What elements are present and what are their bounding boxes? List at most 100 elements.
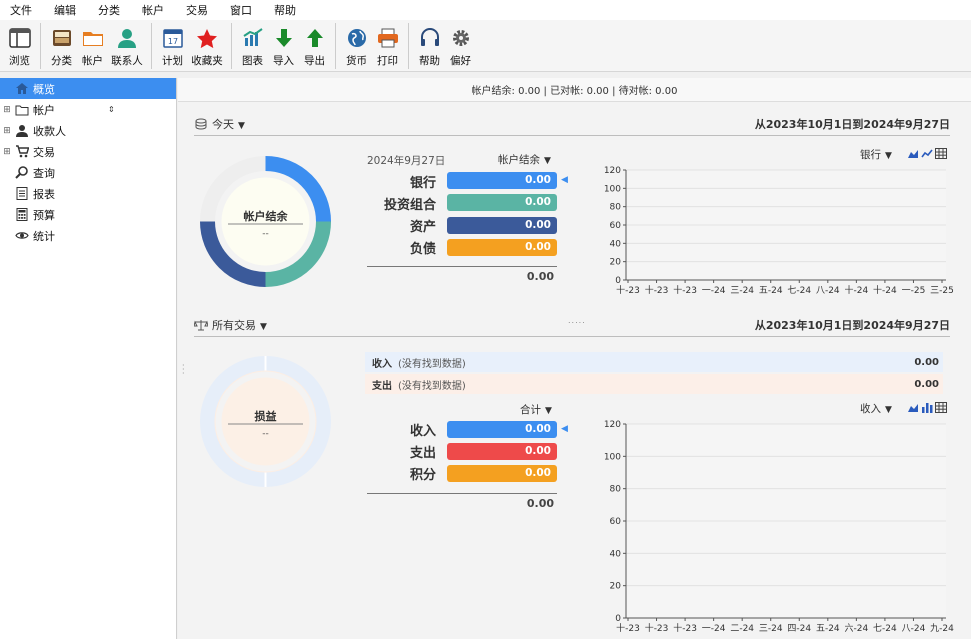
- globe-button[interactable]: 货币: [341, 20, 372, 72]
- bar-label-liabilities: 负债: [409, 242, 436, 257]
- x-tick-label: 一-25: [902, 286, 926, 296]
- vertical-splitter-handle[interactable]: · · ·: [182, 362, 185, 378]
- menu-item[interactable]: 编辑: [54, 2, 76, 18]
- category-icon: [50, 26, 74, 50]
- splitter-handle[interactable]: .....: [568, 316, 586, 325]
- import-arrow-button[interactable]: 导入: [268, 20, 299, 72]
- bar-expense[interactable]: 0.00: [447, 443, 557, 460]
- expand-icon[interactable]: ⊞: [0, 105, 14, 115]
- bar-portfolio[interactable]: 0.00: [447, 194, 557, 211]
- headset-button[interactable]: 帮助: [414, 20, 445, 72]
- y-tick-label: 60: [610, 221, 622, 231]
- bar-liabilities[interactable]: 0.00: [447, 239, 557, 256]
- bar-chart-icon[interactable]: [921, 402, 933, 416]
- y-tick-label: 20: [610, 582, 622, 592]
- sidebar-item[interactable]: ⊞ 交易: [0, 141, 176, 162]
- y-tick-label: 40: [610, 549, 622, 559]
- printer-button[interactable]: 打印: [372, 20, 403, 72]
- bar-label-portfolio: 投资组合: [383, 198, 436, 213]
- line-chart-icon[interactable]: [921, 148, 933, 162]
- scale-icon: [193, 319, 209, 331]
- y-tick-label: 0: [615, 276, 621, 286]
- sidebar-item[interactable]: 报表: [0, 183, 176, 204]
- bar-credit[interactable]: 0.00: [447, 465, 557, 482]
- contact-button[interactable]: 联系人: [108, 20, 146, 72]
- area-chart-icon[interactable]: [907, 402, 919, 416]
- row-note: (没有找到数据): [398, 358, 466, 370]
- x-tick-label: 三-25: [930, 286, 954, 296]
- donut-value-2: --: [262, 429, 269, 439]
- x-tick-label: 六-24: [845, 622, 869, 634]
- bar-label-credit: 积分: [409, 468, 436, 483]
- x-tick-label: 四-24: [787, 624, 811, 634]
- summary-type-selector[interactable]: 合计 ▼: [520, 402, 552, 417]
- chart-button[interactable]: 图表: [237, 20, 268, 72]
- total-divider: [367, 266, 557, 267]
- calculator-icon: [14, 208, 30, 222]
- sidebar-item[interactable]: 概览: [0, 78, 176, 99]
- sidebar-item-label: 收款人: [33, 124, 66, 138]
- income-row[interactable]: 收入 (没有找到数据) 0.00: [365, 352, 943, 372]
- gear-button[interactable]: 偏好: [445, 20, 476, 72]
- expand-icon[interactable]: ⊞: [0, 147, 14, 157]
- row-name: 支出: [372, 380, 392, 392]
- sidebar-item[interactable]: 预算: [0, 204, 176, 225]
- star-button[interactable]: 收藏夹: [188, 20, 226, 72]
- menu-item[interactable]: 交易: [186, 2, 208, 18]
- toolbar-label: 计划: [162, 55, 183, 67]
- y-tick-label: 120: [604, 420, 621, 430]
- expense-row[interactable]: 支出 (没有找到数据) 0.00: [365, 374, 943, 394]
- coins-icon: [194, 118, 208, 130]
- bar-assets[interactable]: 0.00: [447, 217, 557, 234]
- balance-type-selector[interactable]: 帐户结余 ▼: [498, 152, 551, 167]
- gear-icon: [449, 26, 473, 50]
- x-tick-label: 十-24: [845, 284, 869, 296]
- overview-panel: 今天 ▼ 从2023年10月1日到2024年9月27日 帐户结余 -- 2024年…: [178, 102, 971, 639]
- chart-account-selector[interactable]: 银行 ▼: [860, 147, 892, 162]
- period-selector[interactable]: 今天 ▼: [212, 116, 245, 132]
- menu-item[interactable]: 帐户: [142, 2, 164, 18]
- star-icon: [195, 26, 219, 50]
- bar-bank[interactable]: 0.00: [447, 172, 557, 189]
- sort-arrows-icon[interactable]: ⇕: [108, 105, 115, 114]
- category-button[interactable]: 分类: [46, 20, 77, 72]
- row-value: 0.00: [914, 356, 939, 368]
- x-tick-label: 八-24: [816, 286, 840, 296]
- sidebar-item-label: 帐户: [33, 103, 55, 117]
- sidebar-item[interactable]: 查询: [0, 162, 176, 183]
- calendar-button[interactable]: 17 计划: [157, 20, 188, 72]
- sidebar-item[interactable]: ⊞ 收款人: [0, 120, 176, 141]
- table-view-icon[interactable]: [935, 402, 947, 416]
- menu-item[interactable]: 帮助: [274, 2, 296, 18]
- export-arrow-button[interactable]: 导出: [299, 20, 330, 72]
- menu-item[interactable]: 窗口: [230, 2, 252, 18]
- x-tick-label: 十-24: [873, 284, 897, 296]
- sidebar-item[interactable]: 统计: [0, 225, 176, 246]
- y-tick-label: 100: [604, 452, 621, 462]
- sidebar-item-label: 概览: [33, 82, 55, 96]
- bar-income[interactable]: 0.00: [447, 421, 557, 438]
- menu-item[interactable]: 分类: [98, 2, 120, 18]
- x-tick-label: 三-24: [759, 624, 783, 634]
- chart-category-selector[interactable]: 收入 ▼: [860, 401, 892, 416]
- menu-item[interactable]: 文件: [10, 2, 32, 18]
- account-folder-button[interactable]: 帐户: [77, 20, 108, 72]
- toolbar-label: 导出: [304, 55, 325, 67]
- eye-icon: [14, 229, 30, 243]
- x-tick-label: 三-24: [730, 286, 754, 296]
- bar-label-assets: 资产: [409, 220, 436, 235]
- browse-button[interactable]: 浏览: [4, 20, 35, 72]
- x-tick-label: 二-24: [730, 624, 754, 634]
- sidebar-item[interactable]: ⊞ 帐户 ⇕: [0, 99, 176, 120]
- transaction-filter-selector[interactable]: 所有交易 ▼: [212, 317, 267, 333]
- toolbar-label: 收藏夹: [191, 55, 223, 67]
- table-view-icon[interactable]: [935, 148, 947, 162]
- toolbar-label: 分类: [51, 55, 72, 67]
- toolbar-separator: [335, 23, 336, 69]
- expand-icon[interactable]: ⊞: [0, 126, 14, 136]
- report-icon: [14, 187, 30, 201]
- date-range-2: 从2023年10月1日到2024年9月27日: [754, 318, 950, 332]
- area-chart-icon[interactable]: [907, 148, 919, 162]
- x-tick-label: 七-24: [787, 285, 811, 296]
- account-folder-icon: [81, 26, 105, 50]
